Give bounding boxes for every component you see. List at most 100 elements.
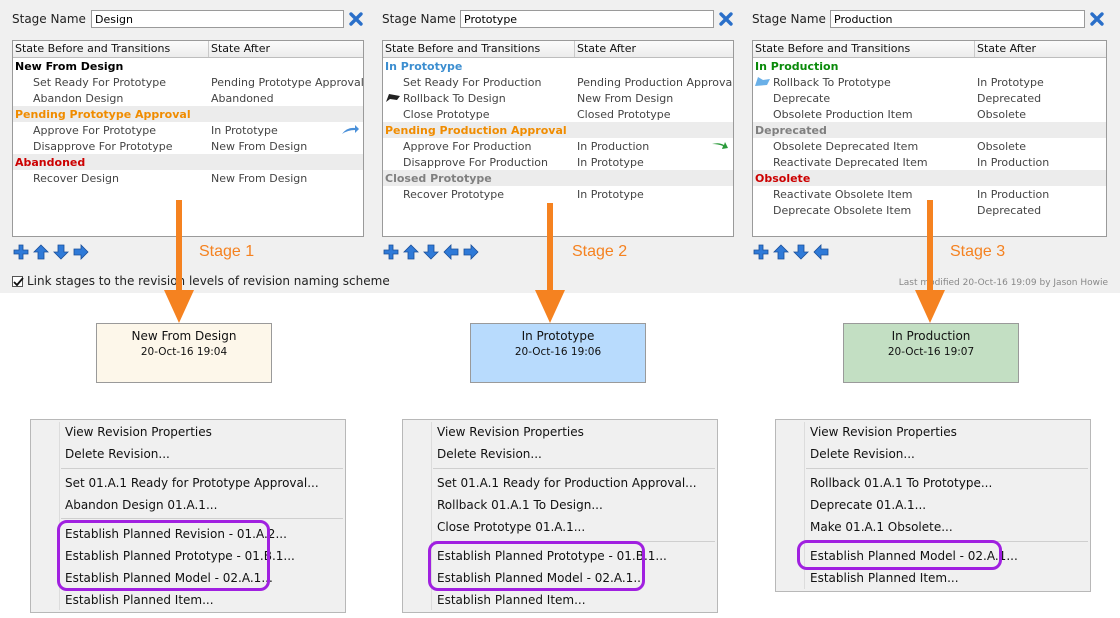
- column-header-state-before[interactable]: State Before and Transitions: [383, 41, 575, 57]
- stage-2-revision-box[interactable]: In Prototype 20-Oct-16 19:06: [470, 323, 646, 383]
- column-header-state-after[interactable]: State After: [575, 41, 733, 57]
- stage-1-pointer-arrow: [164, 200, 194, 323]
- stage-1-highlight-outline: [57, 520, 270, 591]
- state-label: Obsolete: [755, 171, 811, 185]
- view-revision-properties-item[interactable]: View Revision Properties: [65, 425, 212, 439]
- transition-label: Set Ready For Prototype: [33, 75, 166, 89]
- transition-row[interactable]: Recover Prototype In Prototype: [383, 186, 733, 202]
- stage-3-highlight-outline: [797, 540, 1002, 570]
- move-down-icon[interactable]: [793, 244, 809, 260]
- state-row[interactable]: Abandoned: [13, 154, 363, 170]
- move-up-icon[interactable]: [33, 244, 49, 260]
- stage-3-revision-box[interactable]: In Production 20-Oct-16 19:07: [843, 323, 1019, 383]
- transition-row[interactable]: Obsolete Deprecated Item Obsolete: [753, 138, 1106, 154]
- set-ready-for-production-approval-item[interactable]: Set 01.A.1 Ready for Production Approval…: [437, 476, 697, 490]
- transition-row[interactable]: Disapprove For Production In Prototype: [383, 154, 733, 170]
- grid-header: State Before and Transitions State After: [383, 41, 733, 58]
- state-row[interactable]: Pending Production Approval: [383, 122, 733, 138]
- transition-row[interactable]: Close Prototype Closed Prototype: [383, 106, 733, 122]
- stage-2-name-input[interactable]: [460, 10, 714, 28]
- state-after-label: Obsolete: [977, 107, 1027, 121]
- state-after-label: New From Design: [577, 91, 674, 105]
- establish-planned-item-item[interactable]: Establish Planned Item...: [65, 593, 214, 607]
- transition-label: Set Ready For Production: [403, 75, 542, 89]
- transition-label: Close Prototype: [403, 107, 490, 121]
- transition-row[interactable]: Rollback To Prototype In Prototype: [753, 74, 1106, 90]
- transition-row[interactable]: Deprecate Deprecated: [753, 90, 1106, 106]
- rollback-to-design-item[interactable]: Rollback 01.A.1 To Design...: [437, 498, 603, 512]
- transition-label: Approve For Prototype: [33, 123, 157, 137]
- transition-row[interactable]: Approve For Production In Production: [383, 138, 733, 154]
- state-row[interactable]: Obsolete: [753, 170, 1106, 186]
- stage-1-delete-icon[interactable]: [348, 11, 364, 27]
- stage-name-label: Stage Name: [752, 12, 826, 26]
- state-after-label: In Production: [577, 139, 650, 153]
- view-revision-properties-item[interactable]: View Revision Properties: [437, 425, 584, 439]
- state-row[interactable]: New From Design: [13, 58, 363, 74]
- transition-row[interactable]: Approve For Prototype In Prototype: [13, 122, 363, 138]
- move-left-icon[interactable]: [443, 244, 459, 260]
- transition-label: Deprecate: [773, 91, 831, 105]
- column-header-state-before[interactable]: State Before and Transitions: [753, 41, 975, 57]
- transition-label: Reactivate Obsolete Item: [773, 187, 913, 201]
- establish-planned-item-item[interactable]: Establish Planned Item...: [810, 571, 959, 585]
- view-revision-properties-item[interactable]: View Revision Properties: [810, 425, 957, 439]
- stage-2-highlight-outline: [428, 541, 645, 591]
- transition-row[interactable]: Set Ready For Prototype Pending Prototype…: [13, 74, 363, 90]
- transition-label: Approve For Production: [403, 139, 532, 153]
- move-up-icon[interactable]: [773, 244, 789, 260]
- link-stages-label: Link stages to the revision levels of re…: [27, 274, 390, 288]
- transition-label: Recover Prototype: [403, 187, 505, 201]
- state-after-label: Deprecated: [977, 91, 1042, 105]
- link-stages-checkbox[interactable]: [12, 275, 24, 287]
- delete-revision-item[interactable]: Delete Revision...: [65, 447, 170, 461]
- move-up-icon[interactable]: [403, 244, 419, 260]
- transition-row[interactable]: Set Ready For Production Pending Producti…: [383, 74, 733, 90]
- state-row[interactable]: In Production: [753, 58, 1106, 74]
- add-icon[interactable]: [13, 244, 29, 260]
- stage-2-delete-icon[interactable]: [718, 11, 734, 27]
- stage-3-name-input[interactable]: [830, 10, 1085, 28]
- stage-1-name-input[interactable]: [91, 10, 344, 28]
- link-stages-option[interactable]: Link stages to the revision levels of re…: [12, 274, 390, 288]
- move-right-icon[interactable]: [463, 244, 479, 260]
- state-after-label: In Production: [977, 155, 1050, 169]
- move-down-icon[interactable]: [423, 244, 439, 260]
- column-header-state-after[interactable]: State After: [209, 41, 363, 57]
- add-icon[interactable]: [383, 244, 399, 260]
- move-right-icon[interactable]: [73, 244, 89, 260]
- state-row[interactable]: In Prototype: [383, 58, 733, 74]
- state-label: New From Design: [15, 59, 124, 73]
- transition-row[interactable]: Disapprove For Prototype New From Design: [13, 138, 363, 154]
- grid-header: State Before and Transitions State After: [753, 41, 1106, 58]
- move-left-icon[interactable]: [813, 244, 829, 260]
- delete-revision-item[interactable]: Delete Revision...: [810, 447, 915, 461]
- establish-planned-item-item[interactable]: Establish Planned Item...: [437, 593, 586, 607]
- delete-revision-item[interactable]: Delete Revision...: [437, 447, 542, 461]
- column-header-state-after[interactable]: State After: [975, 41, 1106, 57]
- rollback-to-prototype-item[interactable]: Rollback 01.A.1 To Prototype...: [810, 476, 992, 490]
- make-obsolete-item[interactable]: Make 01.A.1 Obsolete...: [810, 520, 953, 534]
- deprecate-item[interactable]: Deprecate 01.A.1...: [810, 498, 926, 512]
- transition-row[interactable]: Obsolete Production Item Obsolete: [753, 106, 1106, 122]
- set-ready-for-prototype-approval-item[interactable]: Set 01.A.1 Ready for Prototype Approval.…: [65, 476, 319, 490]
- close-prototype-item[interactable]: Close Prototype 01.A.1...: [437, 520, 585, 534]
- state-after-label: Pending Prototype Approval: [211, 75, 364, 89]
- move-down-icon[interactable]: [53, 244, 69, 260]
- add-icon[interactable]: [753, 244, 769, 260]
- abandon-design-item[interactable]: Abandon Design 01.A.1...: [65, 498, 217, 512]
- stage-3-delete-icon[interactable]: [1089, 11, 1105, 27]
- column-header-state-before[interactable]: State Before and Transitions: [13, 41, 209, 57]
- stage-3-toolbar: [753, 244, 829, 260]
- transition-row[interactable]: Abandon Design Abandoned: [13, 90, 363, 106]
- transition-row[interactable]: Rollback To Design New From Design: [383, 90, 733, 106]
- state-row[interactable]: Pending Prototype Approval: [13, 106, 363, 122]
- state-row[interactable]: Deprecated: [753, 122, 1106, 138]
- transition-label: Rollback To Design: [403, 91, 506, 105]
- state-after-label: New From Design: [211, 171, 308, 185]
- transition-row[interactable]: Recover Design New From Design: [13, 170, 363, 186]
- transition-row[interactable]: Reactivate Deprecated Item In Production: [753, 154, 1106, 170]
- transition-label: Abandon Design: [33, 91, 124, 105]
- state-row[interactable]: Closed Prototype: [383, 170, 733, 186]
- stage-1-revision-box[interactable]: New From Design 20-Oct-16 19:04: [96, 323, 272, 383]
